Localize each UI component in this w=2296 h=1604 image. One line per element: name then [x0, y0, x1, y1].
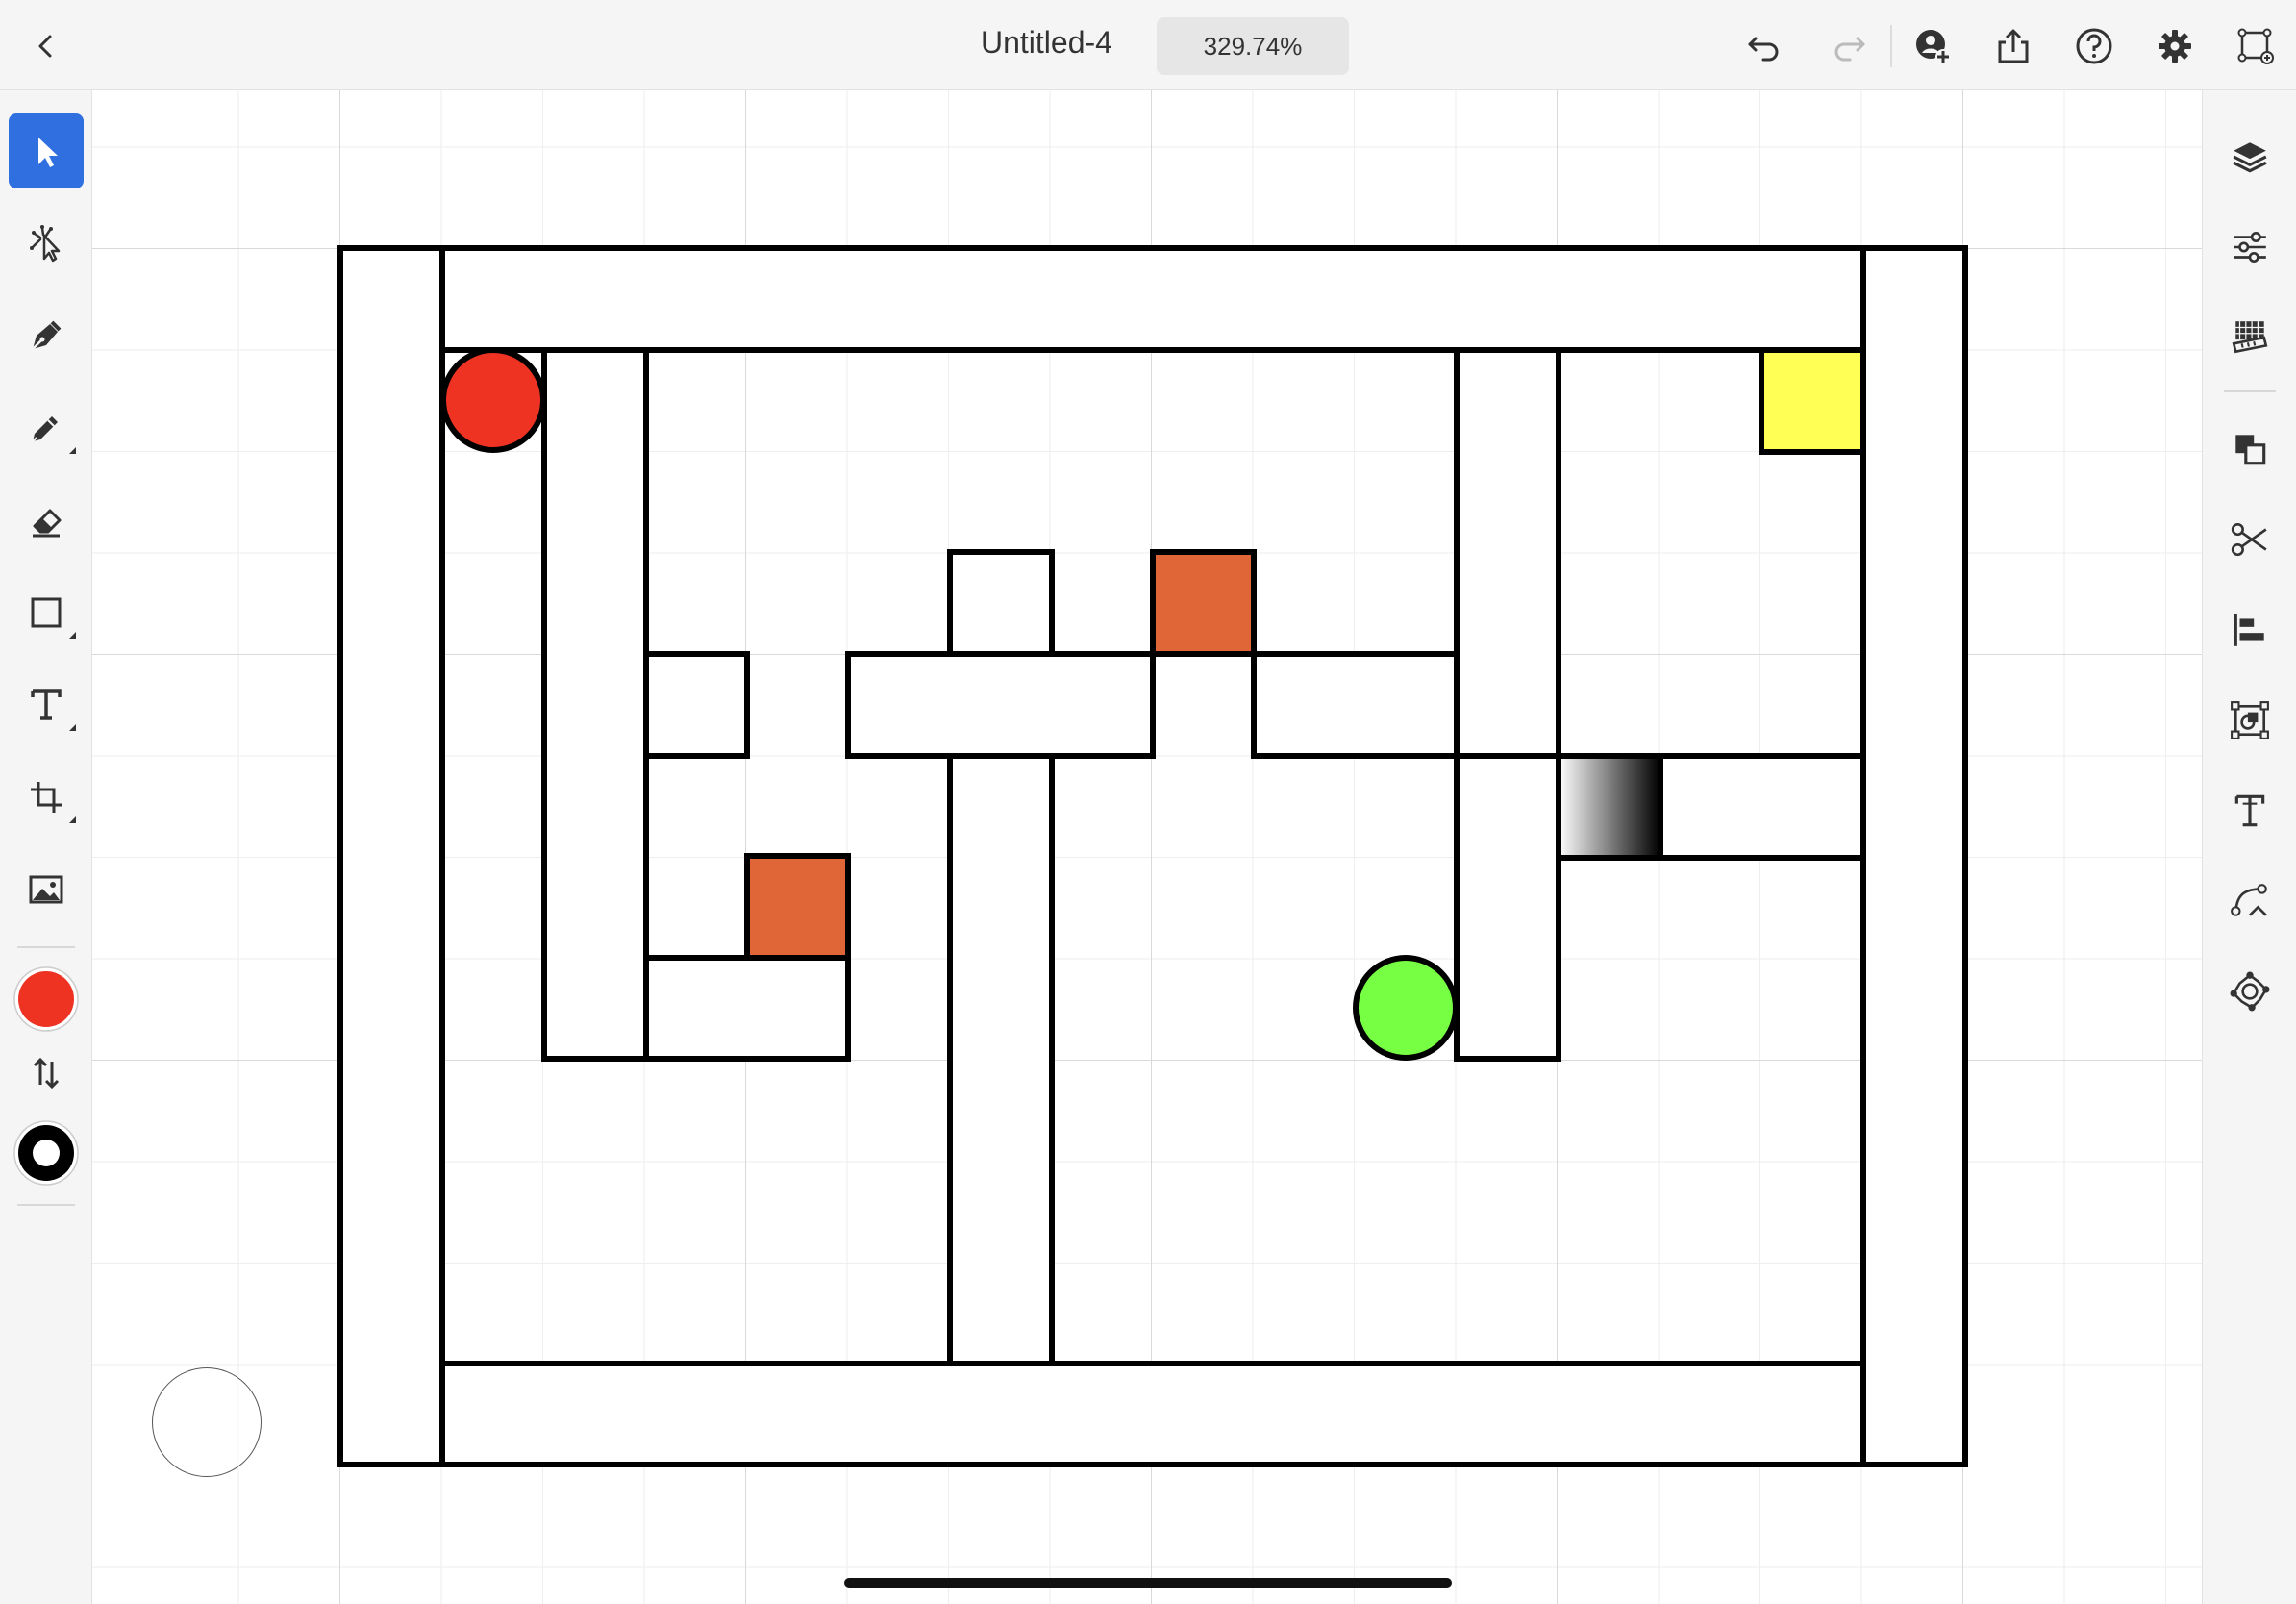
path-button[interactable]	[2222, 873, 2278, 929]
wall-segment[interactable]	[643, 955, 851, 1062]
selection-arrow-icon	[38, 138, 58, 167]
yellow-goal-block[interactable]	[1759, 347, 1866, 455]
invite-button[interactable]	[1908, 21, 1958, 71]
arrange-icon	[2235, 435, 2266, 465]
edit-artboards-button[interactable]	[2231, 21, 2281, 71]
align-icon	[2234, 614, 2264, 646]
wall-segment[interactable]	[947, 549, 1055, 657]
arrange-button[interactable]	[2222, 421, 2278, 477]
shape-tool[interactable]	[9, 575, 84, 650]
image-tool[interactable]	[9, 852, 84, 927]
pathfinder-button[interactable]	[2222, 964, 2278, 1019]
fill-color-swatch[interactable]	[9, 962, 84, 1037]
wall-segment[interactable]	[845, 651, 1156, 759]
toolbar-divider	[1890, 25, 1892, 67]
invite-icon	[1916, 30, 1951, 64]
pathfinder-icon	[2230, 971, 2270, 1012]
red-ball[interactable]	[440, 347, 546, 453]
orange-block[interactable]	[1150, 549, 1257, 657]
stroke-color-swatch[interactable]	[9, 1115, 84, 1190]
settings-icon	[2159, 30, 2191, 63]
properties-button[interactable]	[2222, 219, 2278, 275]
back-icon	[38, 35, 52, 58]
rectangle-icon	[31, 597, 62, 628]
tool-options-indicator	[69, 816, 76, 823]
swap-colors-button[interactable]	[9, 1046, 84, 1100]
gradient-door-block[interactable]	[1556, 753, 1663, 861]
document-title[interactable]: Untitled-4	[981, 25, 1112, 61]
wall-bottom[interactable]	[439, 1361, 1866, 1467]
share-button[interactable]	[1988, 21, 2038, 71]
image-icon	[29, 875, 63, 904]
settings-button[interactable]	[2150, 21, 2200, 71]
wall-segment[interactable]	[947, 753, 1055, 1366]
back-button[interactable]	[23, 23, 69, 69]
wall-segment[interactable]	[1251, 651, 1460, 759]
green-ball[interactable]	[1353, 955, 1459, 1061]
wall-segment[interactable]	[1454, 753, 1561, 1062]
wall-segment[interactable]	[643, 651, 750, 759]
zoom-level[interactable]: 329.74%	[1157, 17, 1349, 75]
eraser-icon	[33, 509, 62, 538]
direct-selection-tool[interactable]	[9, 206, 84, 281]
libraries-icon	[2232, 321, 2268, 354]
properties-icon	[2234, 231, 2266, 263]
layers-button[interactable]	[2222, 129, 2278, 185]
panels-sidebar	[2202, 90, 2296, 1604]
pen-icon	[32, 320, 62, 350]
type-tool[interactable]	[9, 667, 84, 742]
panels-divider	[2224, 390, 2276, 392]
artboard-icon	[31, 782, 62, 813]
swap-arrows-icon	[33, 1057, 60, 1090]
pen-tool[interactable]	[9, 298, 84, 373]
tools-divider	[17, 946, 75, 948]
type-panel-icon	[2234, 794, 2265, 827]
wall-top[interactable]	[439, 245, 1866, 353]
tools-panel	[0, 90, 92, 1604]
transform-icon	[2231, 701, 2269, 739]
type-icon	[31, 689, 62, 720]
eraser-tool[interactable]	[9, 483, 84, 558]
tool-options-indicator	[69, 724, 76, 731]
pencil-tool[interactable]	[9, 390, 84, 465]
help-icon	[2076, 28, 2112, 64]
path-icon	[2231, 884, 2267, 916]
layers-icon	[2233, 142, 2267, 173]
fill-swatch-icon	[13, 966, 79, 1032]
artwork[interactable]	[92, 90, 2202, 1604]
direct-selection-icon	[30, 225, 61, 263]
tools-divider	[17, 1204, 75, 1206]
align-button[interactable]	[2222, 602, 2278, 658]
touch-shortcut[interactable]	[152, 1367, 262, 1477]
transform-button[interactable]	[2222, 692, 2278, 748]
home-indicator[interactable]	[844, 1578, 1452, 1588]
wall-segment[interactable]	[1454, 347, 1561, 759]
drawing-canvas[interactable]	[92, 90, 2202, 1604]
scissors-button[interactable]	[2222, 512, 2278, 567]
selection-tool[interactable]	[9, 113, 84, 188]
tool-options-indicator	[69, 632, 76, 639]
redo-icon	[1834, 37, 1865, 62]
stroke-swatch-icon	[13, 1120, 79, 1186]
edit-artboards-icon	[2237, 28, 2274, 64]
pencil-icon	[32, 416, 58, 442]
tool-options-indicator	[69, 447, 76, 454]
type-panel-button[interactable]	[2222, 783, 2278, 839]
wall-right[interactable]	[1860, 245, 1968, 1467]
wall-left[interactable]	[337, 245, 445, 1467]
redo-button[interactable]	[1825, 21, 1875, 71]
artboard-tool[interactable]	[9, 760, 84, 835]
help-button[interactable]	[2069, 21, 2119, 71]
share-icon	[1998, 29, 2029, 63]
orange-block[interactable]	[744, 853, 851, 961]
scissors-icon	[2231, 522, 2267, 557]
wall-segment[interactable]	[541, 347, 649, 1062]
top-toolbar: Untitled-4 329.74%	[0, 0, 2296, 90]
undo-button[interactable]	[1738, 21, 1788, 71]
undo-icon	[1748, 37, 1779, 62]
libraries-button[interactable]	[2222, 310, 2278, 365]
